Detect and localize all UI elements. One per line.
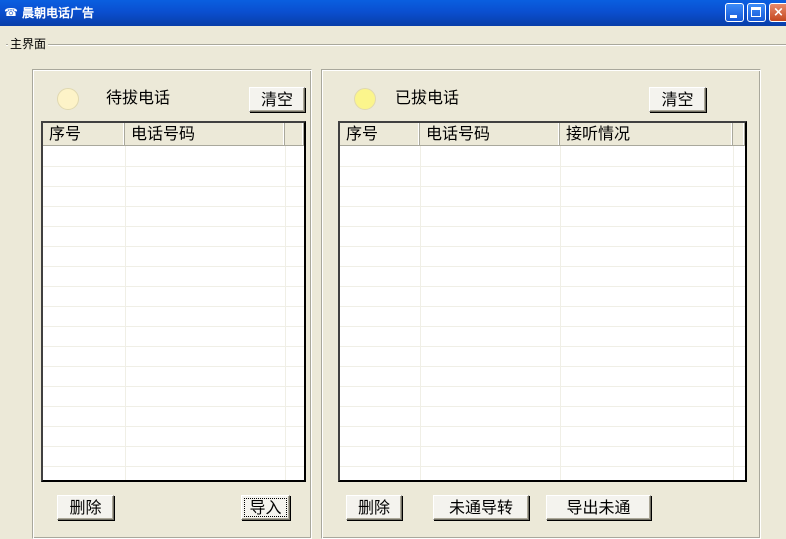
window-title: 晨朝电话广告 (22, 6, 95, 20)
table-row[interactable] (43, 346, 304, 367)
table-row[interactable] (43, 446, 304, 467)
minimize-icon (730, 15, 737, 18)
table-row[interactable] (340, 326, 745, 347)
dialed-calls-title: 已拔电话 (395, 88, 460, 107)
table-row[interactable] (43, 266, 304, 287)
table-row[interactable] (43, 246, 304, 267)
title-bar[interactable]: ☎ 晨朝电话广告 × (0, 0, 786, 26)
pending-delete-button[interactable]: 删除 (57, 495, 114, 520)
column-header-index[interactable]: 序号 (340, 123, 420, 145)
table-row[interactable] (340, 466, 745, 480)
dialed-calls-list[interactable]: 序号 电话号码 接听情况 (338, 121, 747, 482)
minimize-button[interactable] (725, 3, 744, 22)
close-icon: × (773, 5, 784, 20)
table-row[interactable] (340, 446, 745, 467)
table-row[interactable] (340, 386, 745, 407)
dialed-list-rows[interactable] (340, 146, 745, 480)
table-row[interactable] (43, 146, 304, 167)
column-header-filler[interactable] (285, 123, 304, 145)
table-row[interactable] (43, 406, 304, 427)
dialed-calls-panel: 已拔电话 清空 序号 电话号码 接听情况 删除 未通导转 导出未通 (321, 69, 761, 539)
table-row[interactable] (340, 286, 745, 307)
close-button[interactable]: × (769, 3, 786, 22)
grid-line (420, 146, 421, 480)
table-row[interactable] (340, 146, 745, 167)
column-header-filler[interactable] (733, 123, 745, 145)
forward-unanswered-button[interactable]: 未通导转 (433, 495, 529, 520)
table-row[interactable] (43, 226, 304, 247)
pending-calls-list[interactable]: 序号 电话号码 (41, 121, 306, 482)
table-row[interactable] (43, 186, 304, 207)
table-row[interactable] (43, 166, 304, 187)
dialed-delete-button[interactable]: 删除 (346, 495, 402, 520)
dialed-list-header: 序号 电话号码 接听情况 (340, 123, 745, 146)
table-row[interactable] (43, 426, 304, 447)
pending-calls-panel: 待拔电话 清空 序号 电话号码 删除 导入 (32, 69, 312, 539)
table-row[interactable] (340, 406, 745, 427)
grid-line (733, 146, 734, 480)
export-unanswered-button[interactable]: 导出未通 (546, 495, 651, 520)
maximize-icon (751, 7, 761, 17)
column-header-answer-status[interactable]: 接听情况 (560, 123, 733, 145)
grid-line (125, 146, 126, 480)
grid-line (285, 146, 286, 480)
table-row[interactable] (340, 346, 745, 367)
table-row[interactable] (43, 366, 304, 387)
app-icon[interactable]: ☎ (4, 6, 18, 19)
table-row[interactable] (340, 366, 745, 387)
column-header-index[interactable]: 序号 (43, 123, 125, 145)
pending-status-led (57, 88, 79, 110)
table-row[interactable] (43, 326, 304, 347)
table-row[interactable] (43, 306, 304, 327)
pending-list-rows[interactable] (43, 146, 304, 480)
pending-clear-button[interactable]: 清空 (249, 87, 305, 112)
table-row[interactable] (43, 286, 304, 307)
table-row[interactable] (340, 166, 745, 187)
pending-list-header: 序号 电话号码 (43, 123, 304, 146)
maximize-button[interactable] (747, 3, 766, 22)
table-row[interactable] (340, 206, 745, 227)
table-row[interactable] (340, 226, 745, 247)
table-row[interactable] (43, 206, 304, 227)
table-row[interactable] (340, 186, 745, 207)
dialed-clear-button[interactable]: 清空 (649, 87, 706, 112)
table-row[interactable] (340, 266, 745, 287)
table-row[interactable] (340, 426, 745, 447)
table-row[interactable] (43, 386, 304, 407)
group-box-border (6, 44, 786, 46)
import-button[interactable]: 导入 (241, 495, 290, 520)
dialed-status-led (354, 88, 376, 110)
table-row[interactable] (340, 306, 745, 327)
group-label: 主界面 (8, 37, 49, 51)
column-header-phone[interactable]: 电话号码 (125, 123, 285, 145)
column-header-phone[interactable]: 电话号码 (420, 123, 560, 145)
table-row[interactable] (43, 466, 304, 480)
table-row[interactable] (340, 246, 745, 267)
pending-calls-title: 待拔电话 (106, 88, 171, 107)
grid-line (560, 146, 561, 480)
